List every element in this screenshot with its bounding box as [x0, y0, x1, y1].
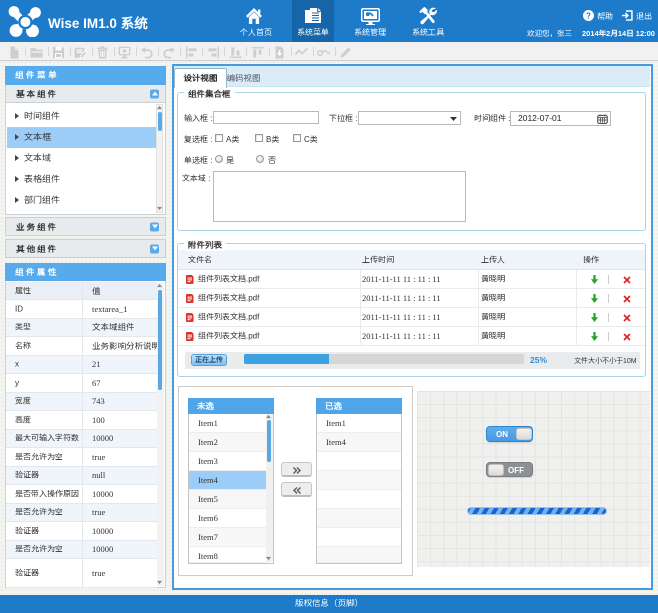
svg-text:?: ? [586, 11, 591, 20]
